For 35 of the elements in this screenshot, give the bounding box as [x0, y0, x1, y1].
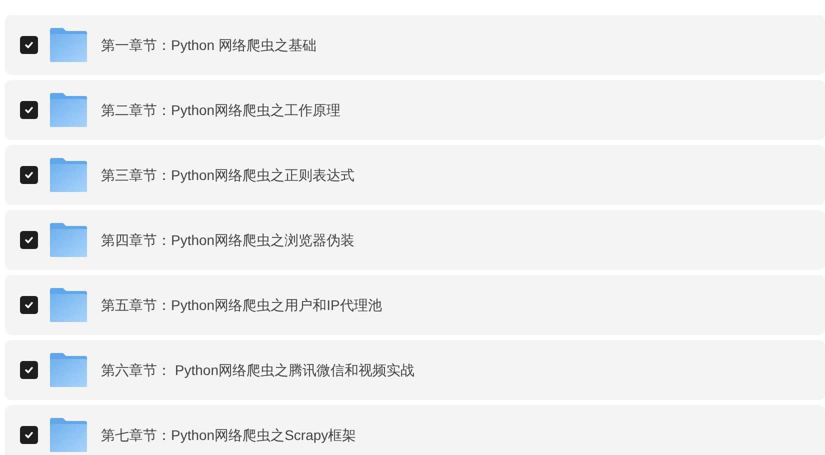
- checkbox[interactable]: [20, 101, 38, 119]
- folder-name: 第三章节：Python网络爬虫之正则表达式: [101, 166, 355, 185]
- checkbox[interactable]: [20, 426, 38, 444]
- checkbox[interactable]: [20, 166, 38, 184]
- check-icon: [24, 170, 34, 180]
- folder-row[interactable]: 第三章节：Python网络爬虫之正则表达式: [5, 145, 825, 205]
- folder-name: 第四章节：Python网络爬虫之浏览器伪装: [101, 230, 355, 250]
- check-icon: [24, 235, 34, 245]
- check-icon: [24, 105, 34, 115]
- folder-icon: [50, 418, 87, 452]
- check-icon: [24, 40, 34, 50]
- check-icon: [24, 430, 34, 440]
- checkbox[interactable]: [20, 296, 38, 314]
- folder-icon: [50, 223, 87, 257]
- checkbox[interactable]: [20, 231, 38, 249]
- folder-icon: [50, 28, 87, 62]
- folder-name: 第五章节：Python网络爬虫之用户和IP代理池: [101, 296, 382, 315]
- folder-row[interactable]: 第一章节：Python 网络爬虫之基础: [5, 15, 825, 75]
- folder-row[interactable]: 第七章节：Python网络爬虫之Scrapy框架: [5, 405, 825, 455]
- folder-row[interactable]: 第五章节：Python网络爬虫之用户和IP代理池: [5, 275, 825, 335]
- folder-icon: [50, 353, 87, 387]
- folder-name: 第六章节： Python网络爬虫之腾讯微信和视频实战: [101, 360, 414, 380]
- folder-icon: [50, 288, 87, 322]
- folder-name: 第一章节：Python 网络爬虫之基础: [101, 36, 316, 55]
- checkbox[interactable]: [20, 361, 38, 379]
- check-icon: [24, 300, 34, 310]
- folder-row[interactable]: 第六章节： Python网络爬虫之腾讯微信和视频实战: [5, 340, 825, 400]
- folder-icon: [50, 158, 87, 192]
- folder-row[interactable]: 第四章节：Python网络爬虫之浏览器伪装: [5, 210, 825, 270]
- checkbox[interactable]: [20, 36, 38, 54]
- folder-row[interactable]: 第二章节：Python网络爬虫之工作原理: [5, 80, 825, 140]
- folder-icon: [50, 93, 87, 127]
- folder-name: 第二章节：Python网络爬虫之工作原理: [101, 100, 341, 120]
- check-icon: [24, 365, 34, 375]
- folder-name: 第七章节：Python网络爬虫之Scrapy框架: [101, 426, 356, 445]
